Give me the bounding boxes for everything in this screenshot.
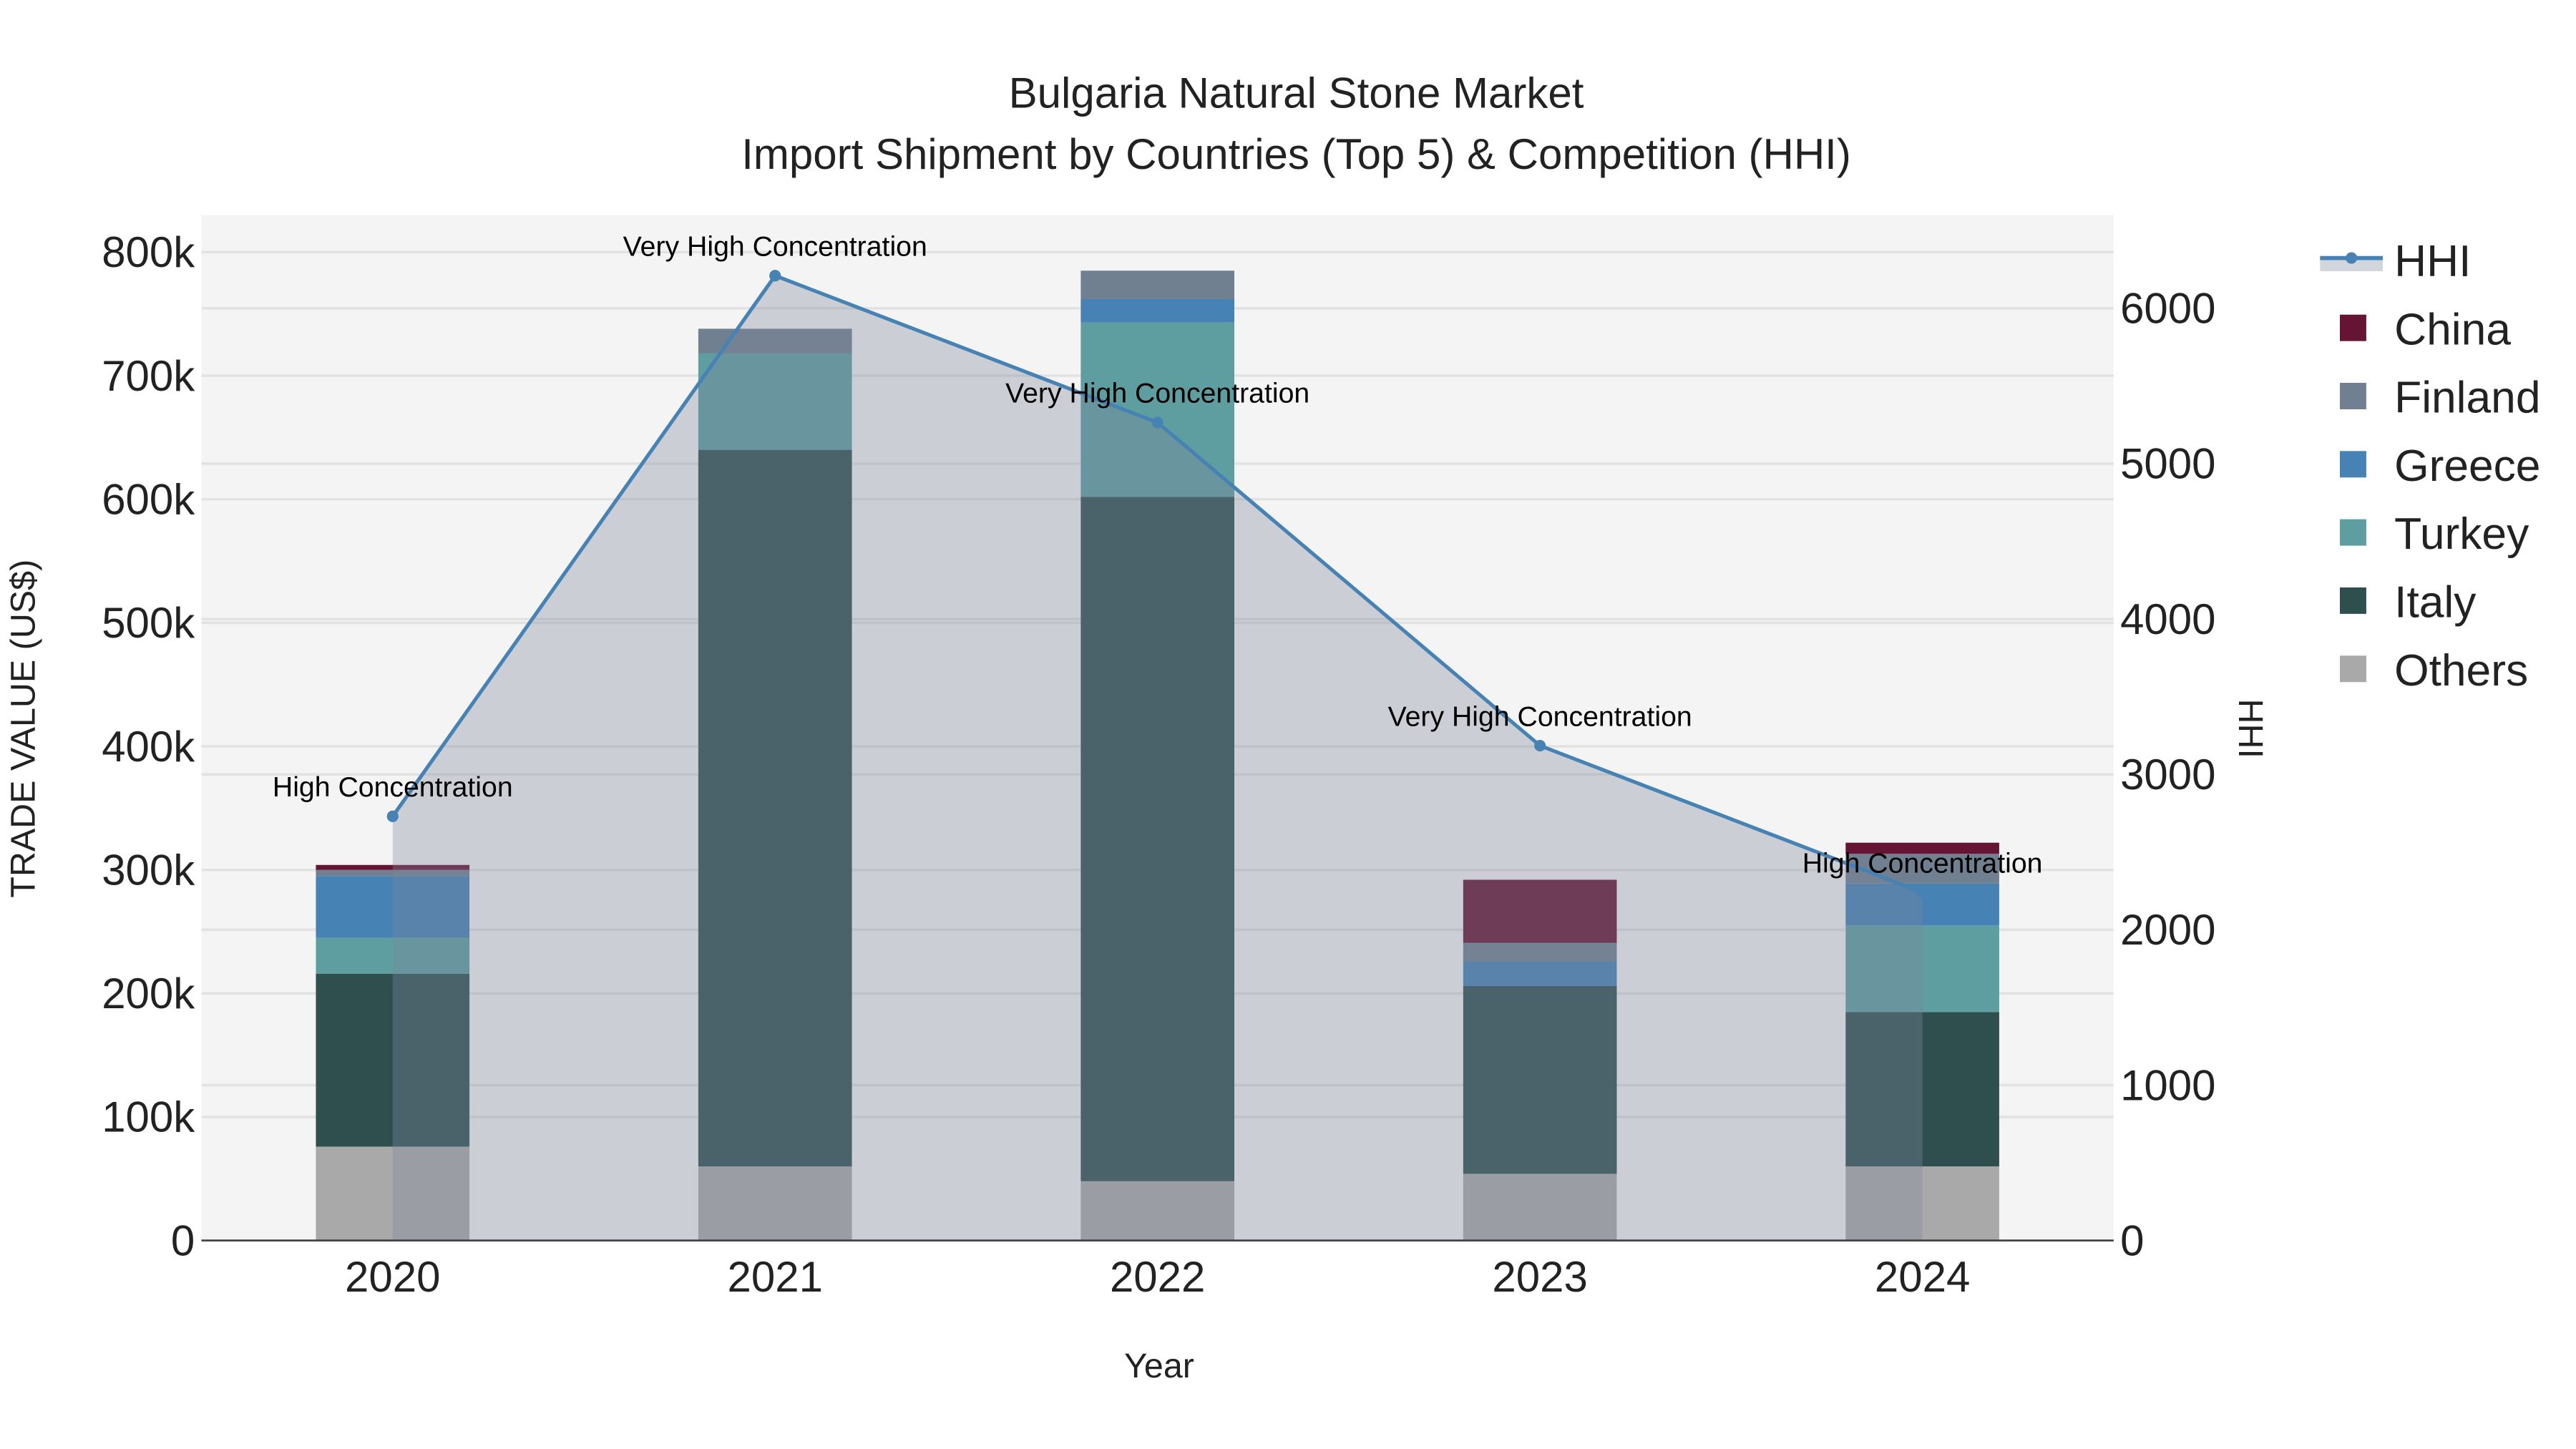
y-axis-title: TRADE VALUE (US$) (4, 560, 42, 898)
legend-label: Italy (2394, 578, 2477, 628)
chart: High Concentration Very High Concentratio… (0, 0, 2576, 1449)
x-axis-title: Year (1124, 1347, 1194, 1385)
chart-subtitle: Import Shipment by Countries (Top 5) & C… (741, 130, 1851, 178)
hhi-annotation: Very High Concentration (1388, 701, 1692, 732)
y-tick-label: 0 (171, 1216, 195, 1264)
y2-tick-label: 6000 (2120, 285, 2215, 333)
hhi-annotation: Very High Concentration (623, 231, 927, 263)
y-tick-label: 800k (102, 228, 195, 276)
x-tick-label: 2021 (727, 1253, 822, 1301)
legend-swatch (2340, 519, 2366, 546)
y2-tick-label: 2000 (2120, 906, 2215, 954)
y-tick-label: 100k (102, 1093, 195, 1141)
legend-marker (2346, 252, 2358, 264)
y2-tick-label: 5000 (2120, 440, 2215, 488)
legend-label: Finland (2394, 374, 2540, 423)
legend-swatch (2340, 451, 2366, 478)
y-tick-label: 600k (102, 475, 195, 523)
y-tick-label: 700k (102, 352, 195, 400)
x-tick-label: 2020 (345, 1253, 440, 1301)
x-tick-label: 2024 (1875, 1253, 1970, 1301)
legend-label: HHI (2394, 237, 2471, 286)
bar-greece-2022 (1080, 298, 1234, 323)
hhi-point-2020 (386, 810, 399, 822)
y-tick-label: 200k (102, 970, 195, 1018)
y2-tick-label: 0 (2120, 1216, 2144, 1264)
hhi-point-2021 (769, 270, 781, 282)
legend-swatch (2340, 383, 2366, 409)
y-tick-label: 300k (102, 846, 195, 894)
legend-swatch (2340, 655, 2366, 683)
legend-label: China (2394, 305, 2511, 354)
legend-swatch (2340, 587, 2366, 614)
y-tick-label: 400k (102, 723, 195, 771)
legend-label: Greece (2394, 441, 2540, 491)
chart-title: Bulgaria Natural Stone Market (1009, 69, 1584, 117)
hhi-point-2023 (1534, 740, 1546, 752)
y-tick-label: 500k (102, 599, 195, 647)
hhi-annotation: High Concentration (273, 771, 513, 803)
y2-tick-label: 1000 (2120, 1061, 2215, 1109)
x-tick-label: 2022 (1110, 1253, 1205, 1301)
y2-tick-label: 3000 (2120, 751, 2215, 799)
legend-label: Others (2394, 646, 2528, 696)
x-tick-label: 2023 (1492, 1253, 1587, 1301)
bar-finland-2022 (1080, 270, 1234, 299)
hhi-point-2022 (1151, 416, 1163, 429)
hhi-point-2024 (1916, 887, 1928, 899)
y2-axis-title: HHI (2231, 699, 2270, 758)
legend-label: Turkey (2394, 509, 2529, 559)
hhi-annotation: Very High Concentration (1005, 378, 1309, 409)
legend-swatch (2340, 314, 2366, 341)
hhi-annotation: High Concentration (1802, 848, 2043, 879)
y2-tick-label: 4000 (2120, 595, 2215, 643)
